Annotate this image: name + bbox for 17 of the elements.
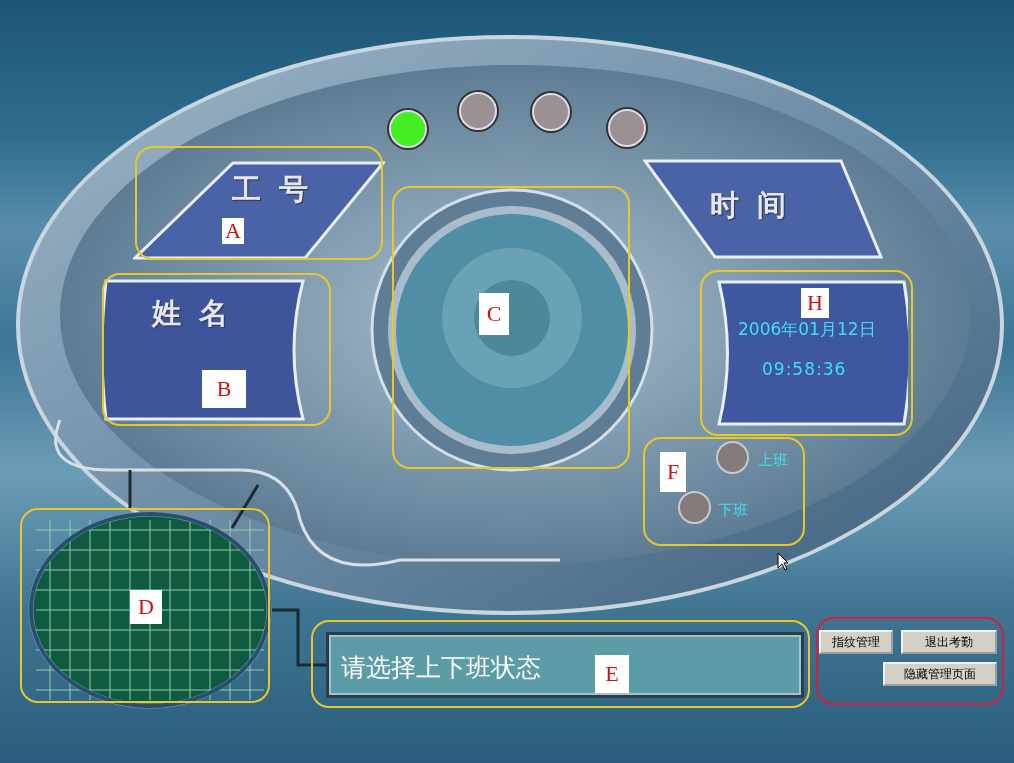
time-text: 09:58:36 [762,359,847,379]
action-button[interactable]: 指纹管理 [819,630,893,654]
annotation-label: B [202,370,246,408]
action-button[interactable]: 隐藏管理页面 [883,662,997,686]
action-button[interactable]: 退出考勤 [901,630,997,654]
annotation-label: A [222,218,244,244]
panel-label: 工 号 [232,171,313,208]
status-message: 请选择上下班状态 [341,652,541,684]
annotation-label: E [595,655,629,693]
annotation-label: D [130,590,162,624]
panel-label: 时 间 [710,187,791,224]
cursor-icon [777,552,789,571]
date-text: 2006年01月12日 [738,318,876,341]
annotation-label: F [660,452,686,492]
annotation-label: C [479,293,509,335]
annotation-label: H [801,288,829,318]
panel-label: 姓 名 [152,295,233,332]
